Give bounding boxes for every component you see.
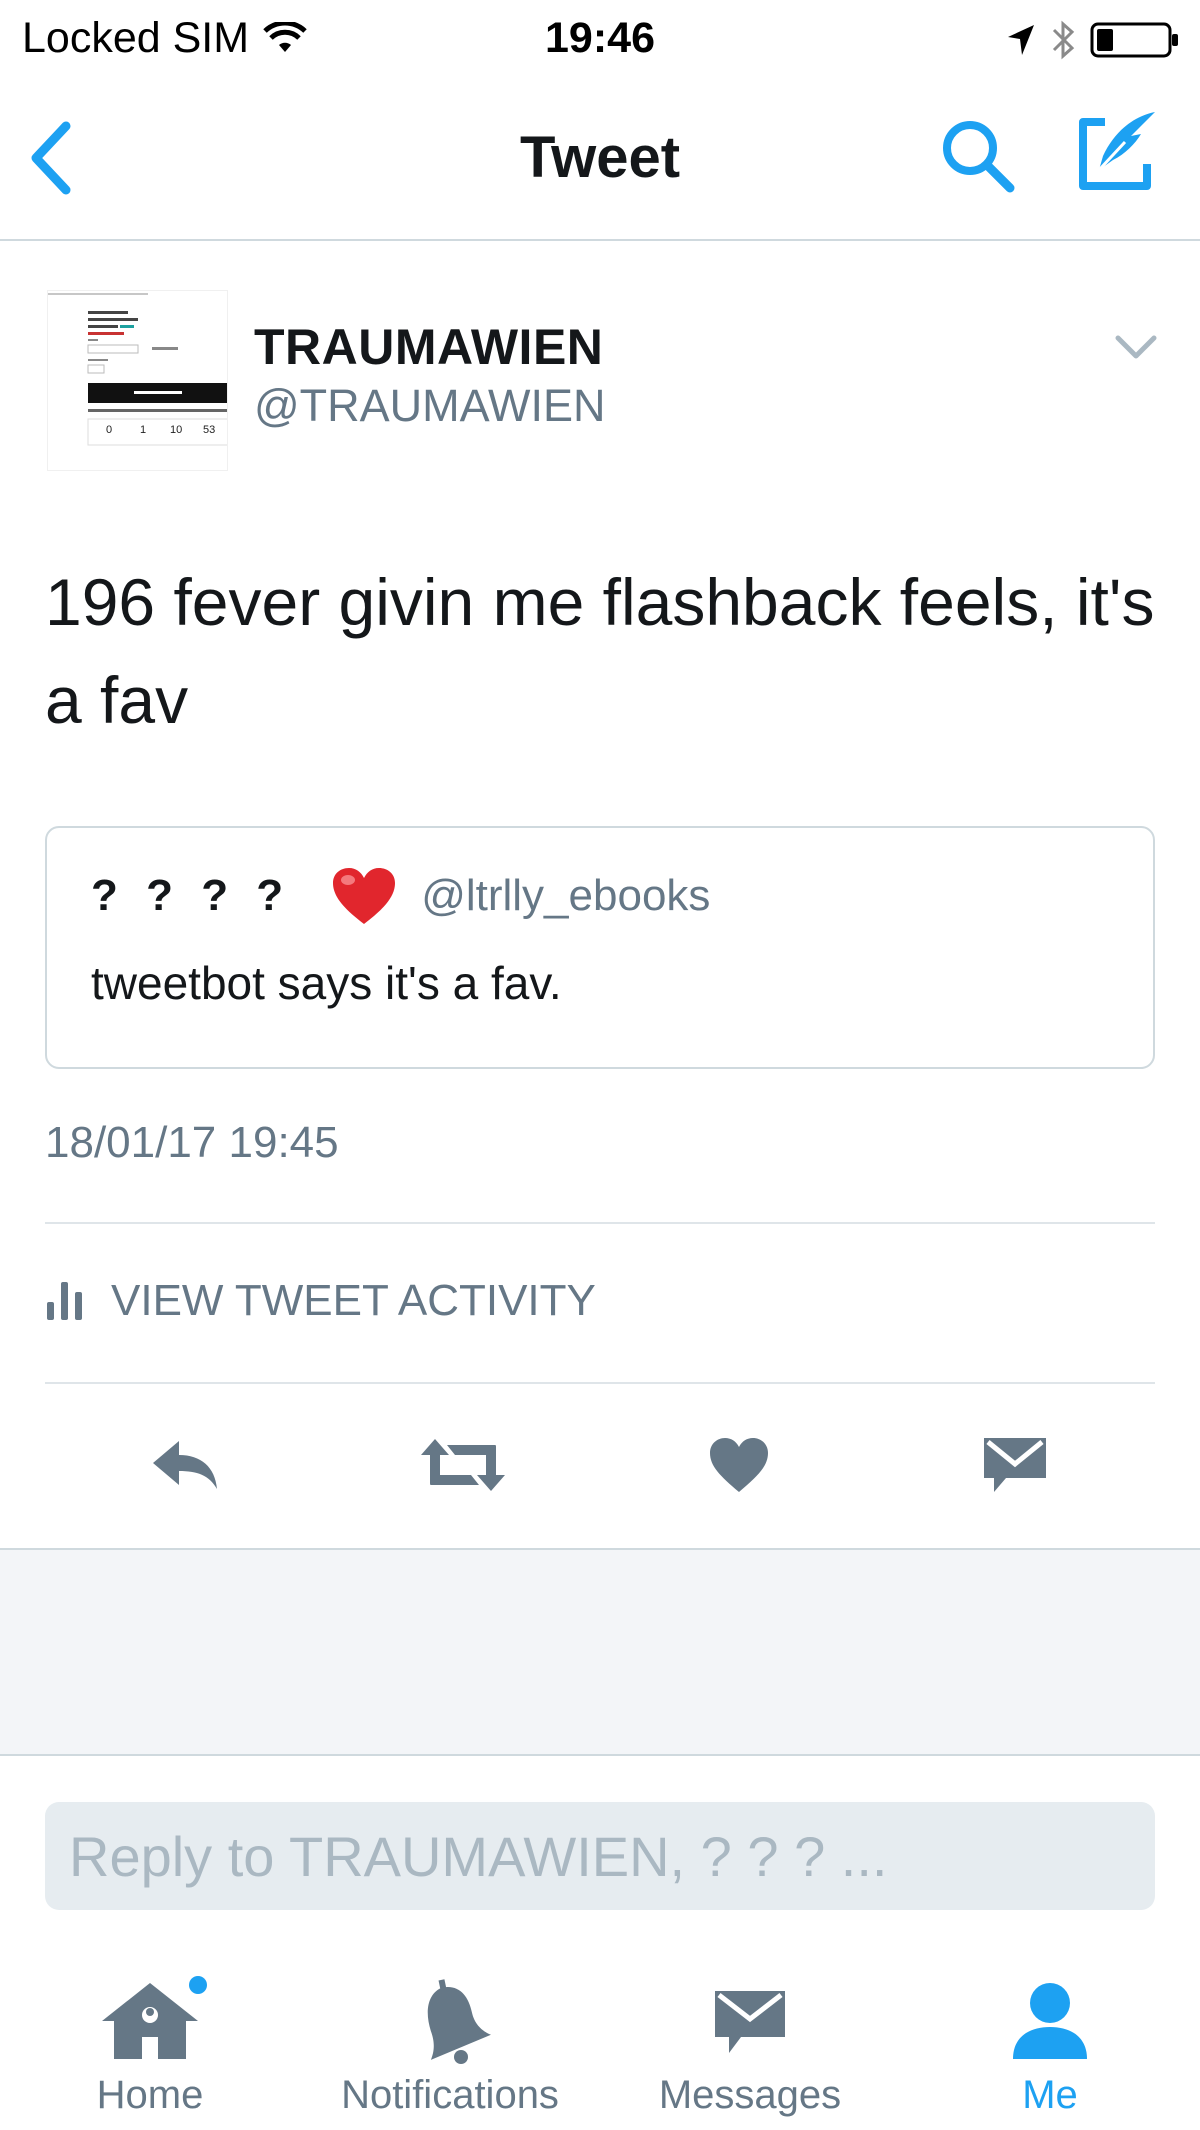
tweet-timestamp: 18/01/17 19:45 bbox=[45, 1118, 339, 1167]
avatar[interactable]: 0 1 10 53 bbox=[47, 290, 228, 471]
status-bar-right bbox=[1006, 18, 1180, 62]
reply-icon bbox=[153, 1441, 217, 1489]
tweet-actions bbox=[0, 1430, 1200, 1500]
svg-text:0: 0 bbox=[106, 424, 112, 436]
tab-bar: Home Notifications Messages Me bbox=[0, 1955, 1200, 2130]
status-bar: Locked SIM 19:46 bbox=[0, 0, 1200, 80]
quoted-author-handle: @ltrlly_ebooks bbox=[421, 871, 711, 920]
view-tweet-activity-label: VIEW TWEET ACTIVITY bbox=[111, 1276, 596, 1325]
chevron-down-icon[interactable] bbox=[1112, 330, 1160, 366]
svg-text:10: 10 bbox=[170, 424, 182, 436]
home-icon bbox=[102, 1976, 207, 2059]
tab-messages-label: Messages bbox=[658, 2073, 842, 2117]
location-arrow-icon bbox=[1008, 25, 1034, 55]
bell-icon bbox=[427, 1979, 491, 2064]
retweet-button[interactable] bbox=[418, 1430, 508, 1500]
author-handle[interactable]: @TRAUMAWIEN bbox=[254, 380, 606, 432]
tab-home-label: Home bbox=[96, 2073, 204, 2117]
page-title: Tweet bbox=[519, 125, 681, 190]
like-button[interactable] bbox=[694, 1430, 784, 1500]
tab-me[interactable]: Me bbox=[900, 1975, 1200, 2118]
author-name[interactable]: TRAUMAWIEN bbox=[254, 318, 603, 376]
retweet-icon bbox=[421, 1439, 505, 1491]
like-icon bbox=[710, 1438, 768, 1492]
direct-message-button[interactable] bbox=[970, 1430, 1060, 1500]
tab-messages[interactable]: Messages bbox=[600, 1975, 900, 2118]
svg-text:53: 53 bbox=[203, 424, 215, 436]
reply-button[interactable] bbox=[140, 1430, 230, 1500]
search-icon[interactable] bbox=[938, 116, 1018, 196]
battery-icon bbox=[1090, 22, 1178, 58]
bluetooth-icon bbox=[1052, 20, 1075, 60]
view-tweet-activity-link[interactable]: VIEW TWEET ACTIVITY bbox=[45, 1276, 596, 1326]
bar-chart-icon bbox=[47, 1282, 82, 1320]
content-spacer bbox=[0, 1548, 1200, 1756]
person-icon bbox=[1013, 1983, 1087, 2059]
divider bbox=[45, 1222, 1155, 1224]
quoted-tweet[interactable]: ? ? ? ? @ltrlly_ebooks tweetbot says it'… bbox=[45, 826, 1155, 1069]
svg-text:1: 1 bbox=[140, 424, 146, 436]
tweet-text: 196 fever givin me flashback feels, it's… bbox=[45, 565, 1155, 737]
envelope-icon bbox=[715, 1991, 785, 2053]
quoted-tweet-header: ? ? ? ? @ltrlly_ebooks bbox=[91, 866, 710, 926]
reply-input[interactable]: Reply to TRAUMAWIEN, ? ? ? ... bbox=[45, 1802, 1155, 1910]
tab-me-label: Me bbox=[1022, 2073, 1078, 2117]
avatar-image: 0 1 10 53 bbox=[48, 291, 227, 470]
direct-message-icon bbox=[984, 1438, 1046, 1492]
tab-home[interactable]: Home bbox=[0, 1975, 300, 2118]
quoted-tweet-text: tweetbot says it's a fav. bbox=[91, 957, 562, 1009]
navigation-bar: Tweet bbox=[0, 80, 1200, 241]
heart-emoji-icon bbox=[333, 868, 396, 924]
tab-notifications[interactable]: Notifications bbox=[300, 1975, 600, 2118]
tab-notifications-label: Notifications bbox=[341, 2073, 559, 2117]
compose-icon[interactable] bbox=[1075, 110, 1159, 194]
divider bbox=[45, 1382, 1155, 1384]
quoted-author-name: ? ? ? ? bbox=[91, 871, 292, 920]
